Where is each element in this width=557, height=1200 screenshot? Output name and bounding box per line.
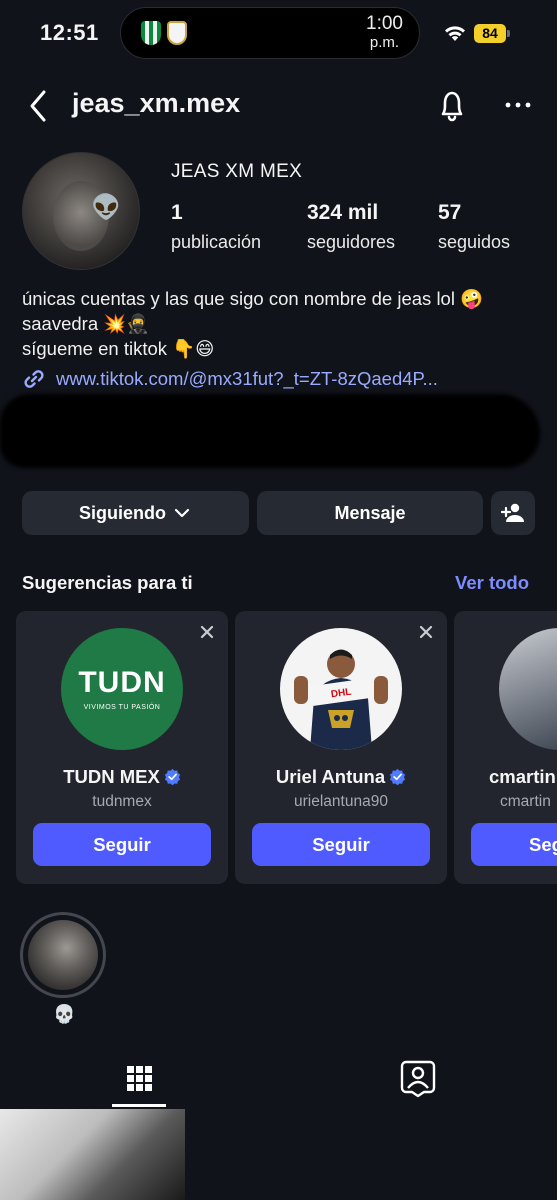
- profile-link[interactable]: www.tiktok.com/@mx31fut?_t=ZT-8zQaed4P..…: [22, 367, 438, 391]
- tudn-logo-tagline: VIVIMOS TU PASIÓN: [83, 704, 161, 711]
- follow-button[interactable]: Seg: [471, 823, 557, 866]
- stat-posts[interactable]: 1 publicación: [171, 201, 261, 253]
- tab-tagged-icon[interactable]: [398, 1058, 438, 1098]
- stat-posts-label: publicación: [171, 232, 262, 252]
- follow-button[interactable]: Seguir: [252, 823, 430, 866]
- story-highlight[interactable]: [20, 912, 106, 998]
- uriel-photo: DHL: [294, 649, 388, 750]
- see-all-link[interactable]: Ver todo: [455, 572, 529, 594]
- stat-followers[interactable]: 324 mil seguidores: [307, 201, 395, 253]
- suggestion-name-text: Uriel Antuna: [275, 766, 386, 787]
- suggestion-handle: urielantuna90: [294, 793, 388, 810]
- betis-crest-icon: [141, 21, 161, 45]
- verified-badge-icon: [164, 768, 180, 785]
- display-name: JEAS XM MEX: [171, 161, 303, 182]
- bio-line: saavedra 💥🥷: [22, 313, 150, 334]
- suggestion-name-text: TUDN MEX: [63, 766, 160, 787]
- island-clock: 1:00 p.m.: [366, 14, 403, 52]
- bio-line: únicas cuentas y las que sigo con nombre…: [22, 288, 484, 309]
- profile-username: jeas_xm.mex: [72, 88, 241, 118]
- wifi-icon: [445, 26, 465, 41]
- stat-followers-label: seguidores: [307, 232, 396, 252]
- close-icon[interactable]: [198, 623, 216, 641]
- island-ampm: p.m.: [369, 34, 400, 51]
- suggestion-card[interactable]: TUDN VIVIMOS TU PASIÓN TUDN MEX tudnmex …: [16, 611, 228, 884]
- post-thumbnail[interactable]: [0, 1109, 185, 1200]
- more-icon[interactable]: [500, 90, 536, 120]
- suggestion-avatar[interactable]: TUDN VIVIMOS TU PASIÓN: [61, 628, 183, 750]
- suggestion-avatar[interactable]: DHL: [280, 628, 402, 750]
- suggestion-name: TUDN MEX: [16, 766, 228, 788]
- suggestion-handle: cmartin: [500, 793, 551, 810]
- bell-icon[interactable]: [434, 86, 470, 126]
- tudn-logo: TUDN: [78, 666, 166, 699]
- stat-posts-value: 1: [171, 201, 183, 224]
- stat-following-label: seguidos: [438, 232, 511, 252]
- link-icon: [24, 370, 44, 388]
- real-madrid-crest-icon: [167, 21, 187, 45]
- highlight-label: 💀: [53, 1004, 76, 1024]
- following-button-label: Siguiendo: [79, 502, 166, 523]
- suggestion-name: cmartin: [489, 766, 556, 787]
- message-button-label: Mensaje: [334, 502, 406, 523]
- stat-following-value: 57: [438, 201, 462, 224]
- suggestions-title: Sugerencias para ti: [22, 572, 193, 593]
- suggestion-card[interactable]: DHL Uriel Antuna urielantuna90 Seguir: [235, 611, 447, 884]
- suggestion-avatar[interactable]: [499, 628, 557, 750]
- chevron-down-icon: [174, 508, 190, 518]
- battery-indicator: 84: [474, 24, 506, 43]
- verified-badge-icon: [389, 768, 406, 785]
- redaction-scribble: [0, 394, 540, 468]
- tab-grid-icon[interactable]: [112, 1058, 166, 1108]
- profile-link-text: www.tiktok.com/@mx31fut?_t=ZT-8zQaed4P..…: [56, 368, 438, 389]
- alien-emoji-icon: 👽: [91, 194, 121, 221]
- highlight-cover: [28, 920, 98, 990]
- bio-line: sígueme en tiktok 👇😄: [22, 338, 215, 359]
- profile-avatar[interactable]: 👽: [22, 152, 140, 270]
- suggestion-name: Uriel Antuna: [235, 766, 447, 788]
- add-user-icon: [501, 503, 524, 522]
- stat-followers-value: 324 mil: [307, 201, 379, 224]
- suggestion-handle: tudnmex: [92, 793, 152, 810]
- island-time: 1:00: [366, 13, 403, 34]
- battery-nub: [507, 30, 510, 37]
- back-button[interactable]: [22, 86, 58, 126]
- close-icon[interactable]: [417, 623, 435, 641]
- stat-following[interactable]: 57 seguidos: [438, 201, 510, 253]
- active-tab-indicator: [112, 1104, 166, 1107]
- add-user-button[interactable]: [491, 491, 535, 535]
- profile-bio: únicas cuentas y las que sigo con nombre…: [22, 286, 542, 361]
- following-button[interactable]: Siguiendo: [22, 491, 249, 535]
- suggestion-card[interactable]: cmartin cmartin Seg: [454, 611, 557, 884]
- follow-button[interactable]: Seguir: [33, 823, 211, 866]
- message-button[interactable]: Mensaje: [257, 491, 483, 535]
- dynamic-island[interactable]: 1:00 p.m.: [120, 7, 420, 59]
- status-time: 12:51: [40, 20, 99, 45]
